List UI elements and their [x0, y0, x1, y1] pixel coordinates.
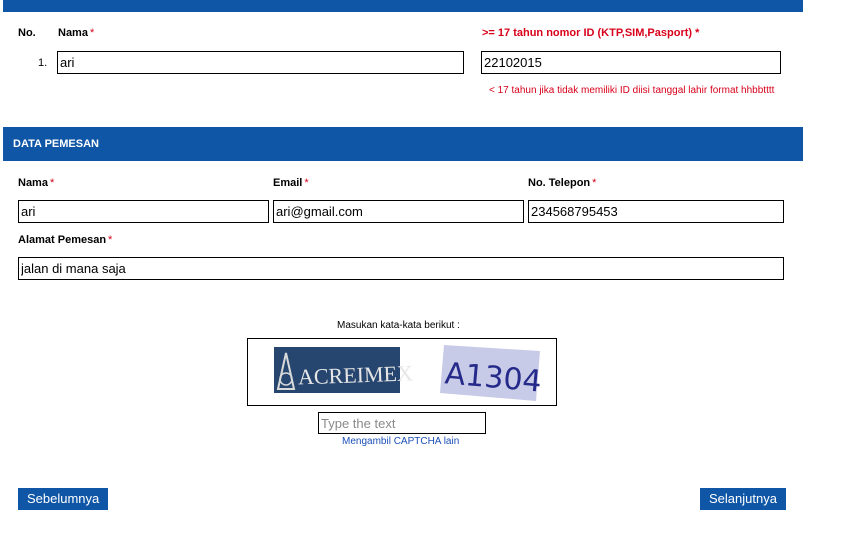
nama-label: Nama *: [18, 177, 54, 189]
captcha-input[interactable]: [318, 412, 486, 434]
alamat-label-text: Alamat Pemesan: [18, 234, 107, 246]
id-note: < 17 tahun jika tidak memiliki ID diisi …: [489, 85, 775, 96]
captcha-instruction: Masukan kata-kata berikut :: [337, 320, 460, 331]
col-header-id: >= 17 tahun nomor ID (KTP,SIM,Pasport) *: [482, 27, 699, 39]
section-header-bar: [3, 127, 803, 161]
required-mark: *: [695, 27, 700, 39]
captcha-image: ACREIMEX A1304: [247, 338, 557, 406]
alamat-label: Alamat Pemesan *: [18, 234, 112, 246]
telepon-input[interactable]: [528, 200, 784, 223]
previous-button[interactable]: Sebelumnya: [18, 488, 109, 510]
passenger-id-input[interactable]: [481, 51, 781, 74]
telepon-label: No. Telepon *: [528, 177, 596, 189]
nama-label-text: Nama: [18, 177, 48, 189]
section-title: DATA PEMESAN: [13, 138, 99, 150]
telepon-label-text: No. Telepon: [528, 177, 591, 189]
col-header-no: No.: [18, 27, 36, 39]
pemesan-name-input[interactable]: [18, 200, 269, 223]
row-number: 1.: [38, 57, 48, 69]
next-button[interactable]: Selanjutnya: [700, 488, 786, 510]
alamat-input[interactable]: [18, 257, 784, 280]
refresh-captcha-link[interactable]: Mengambil CAPTCHA lain: [342, 436, 459, 447]
captcha-image-svg: ACREIMEX A1304: [274, 345, 543, 401]
email-label-text: Email: [273, 177, 303, 189]
required-mark: *: [89, 27, 95, 39]
email-input[interactable]: [273, 200, 524, 223]
email-label: Email *: [273, 177, 309, 189]
captcha-word1: ACREIMEX: [298, 360, 414, 389]
required-mark: *: [108, 234, 113, 246]
col-header-nama-label: Nama: [58, 27, 88, 39]
top-header-bar: [3, 0, 803, 12]
required-mark: *: [304, 177, 309, 189]
col-header-nama: Nama *: [58, 27, 94, 39]
col-header-id-label: >= 17 tahun nomor ID (KTP,SIM,Pasport): [482, 27, 693, 39]
required-mark: *: [592, 177, 597, 189]
required-mark: *: [49, 177, 55, 189]
passenger-name-input[interactable]: [57, 51, 464, 74]
